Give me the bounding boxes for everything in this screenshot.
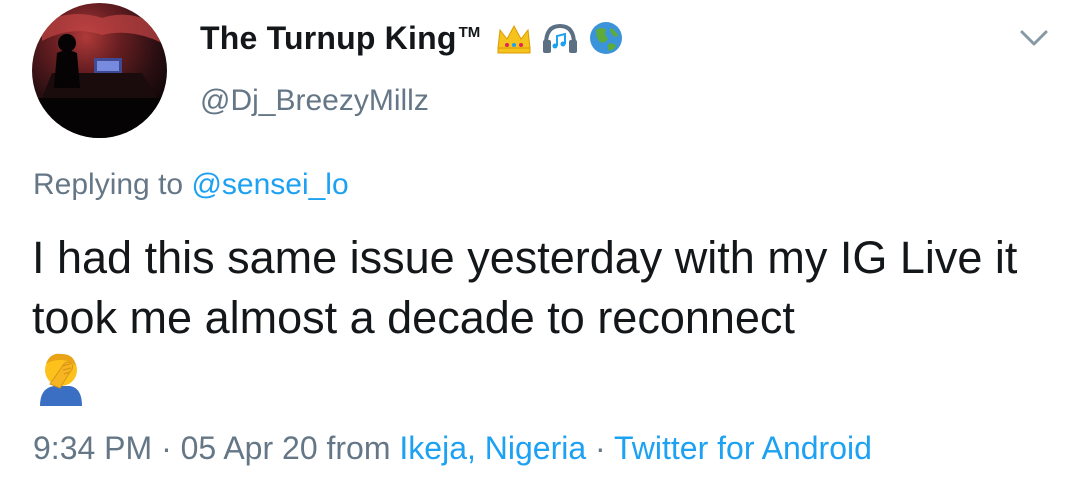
reply-mention-link[interactable]: @sensei_lo — [191, 168, 348, 201]
tweet-time: 9:34 PM — [33, 430, 153, 466]
meta-separator: · — [152, 430, 181, 466]
headphones-icon — [540, 18, 580, 58]
tweet-text: I had this same issue yesterday with my … — [32, 232, 1018, 343]
replying-prefix: Replying to — [33, 168, 192, 201]
replying-to: Replying to @sensei_lo — [33, 168, 349, 202]
facepalm-emoji — [40, 353, 82, 406]
tweet-meta: 9:34 PM · 05 Apr 20 from Ikeja, Nigeria … — [33, 430, 872, 467]
crown-icon — [494, 18, 534, 58]
display-name[interactable]: The Turnup King — [200, 20, 457, 57]
globe-icon — [586, 18, 626, 58]
tweet-date: 05 Apr 20 — [180, 430, 318, 466]
user-handle[interactable]: @Dj_BreezyMillz — [200, 84, 429, 118]
meta-from: from — [317, 430, 400, 466]
name-row: The Turnup King TM — [200, 16, 626, 60]
trademark-superscript: TM — [458, 23, 481, 41]
chevron-down-icon[interactable] — [1016, 24, 1052, 52]
meta-separator: · — [586, 430, 614, 466]
location-link[interactable]: Ikeja, Nigeria — [399, 430, 586, 466]
client-link[interactable]: Twitter for Android — [614, 430, 872, 466]
avatar[interactable] — [32, 3, 167, 138]
avatar-image — [32, 14, 167, 138]
